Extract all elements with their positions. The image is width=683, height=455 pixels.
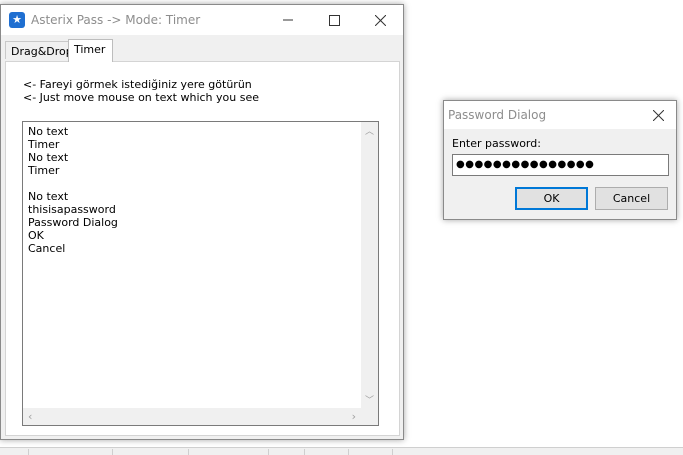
scroll-left-arrow-icon[interactable]: ‹ [28,410,32,423]
tab-timer[interactable]: Timer [68,39,113,62]
close-icon [374,14,386,26]
scroll-down-arrow-icon[interactable]: ﹀ [365,393,374,406]
main-window-title: Asterix Pass -> Mode: Timer [31,13,201,27]
horizontal-scrollbar[interactable]: ‹ › [23,408,361,425]
taskbar-divider [348,449,349,455]
maximize-icon [328,14,340,26]
captured-text-lines: No text Timer No text Timer No text this… [28,125,118,255]
main-title-bar[interactable]: ★ Asterix Pass -> Mode: Timer [1,5,403,35]
close-button[interactable] [357,5,403,35]
captured-line: No text [28,151,69,164]
captured-line: Timer [28,164,60,177]
enter-password-label: Enter password: [452,137,541,150]
captured-line: OK [28,229,44,242]
scroll-right-arrow-icon[interactable]: › [352,410,356,423]
close-icon [652,109,664,121]
minimize-icon [283,19,293,21]
minimize-button[interactable] [265,5,311,35]
taskbar-divider [188,449,189,455]
vertical-scrollbar[interactable]: ︿ ﹀ [361,122,378,408]
scrollbar-corner [361,408,378,425]
hint-text-english: <- Just move mouse on text which you see [23,91,259,104]
captured-line: Timer [28,138,60,151]
dialog-title-bar[interactable]: Password Dialog [444,101,676,129]
password-field[interactable]: ●●●●●●●●●●●●●●● [452,154,669,176]
maximize-button[interactable] [311,5,357,35]
captured-text-box[interactable]: No text Timer No text Timer No text this… [22,121,379,426]
taskbar-divider [304,449,305,455]
captured-line [28,177,118,190]
taskbar-divider [112,449,113,455]
taskbar-divider [392,449,393,455]
cancel-button[interactable]: Cancel [595,187,668,210]
timer-tab-panel: <- Fareyi görmek istediğiniz yere götürü… [5,61,400,436]
taskbar-divider [28,449,29,455]
dialog-close-button[interactable] [640,101,676,129]
dialog-title: Password Dialog [448,108,547,122]
scroll-up-arrow-icon[interactable]: ︿ [365,124,374,137]
captured-line: No text [28,190,69,203]
captured-line: Cancel [28,242,66,255]
captured-line: Password Dialog [28,216,118,229]
ok-button[interactable]: OK [515,187,588,210]
hint-text-turkish: <- Fareyi görmek istediğiniz yere götürü… [23,78,252,91]
app-star-icon: ★ [9,12,25,28]
captured-line: thisisapassword [28,203,116,216]
captured-line: No text [28,125,69,138]
tab-drag-drop[interactable]: Drag&Drop [5,41,73,59]
asterix-pass-window: ★ Asterix Pass -> Mode: Timer Drag&Drop … [0,4,404,440]
password-dialog-window: Password Dialog Enter password: ●●●●●●●●… [443,100,677,220]
taskbar-divider [268,449,269,455]
